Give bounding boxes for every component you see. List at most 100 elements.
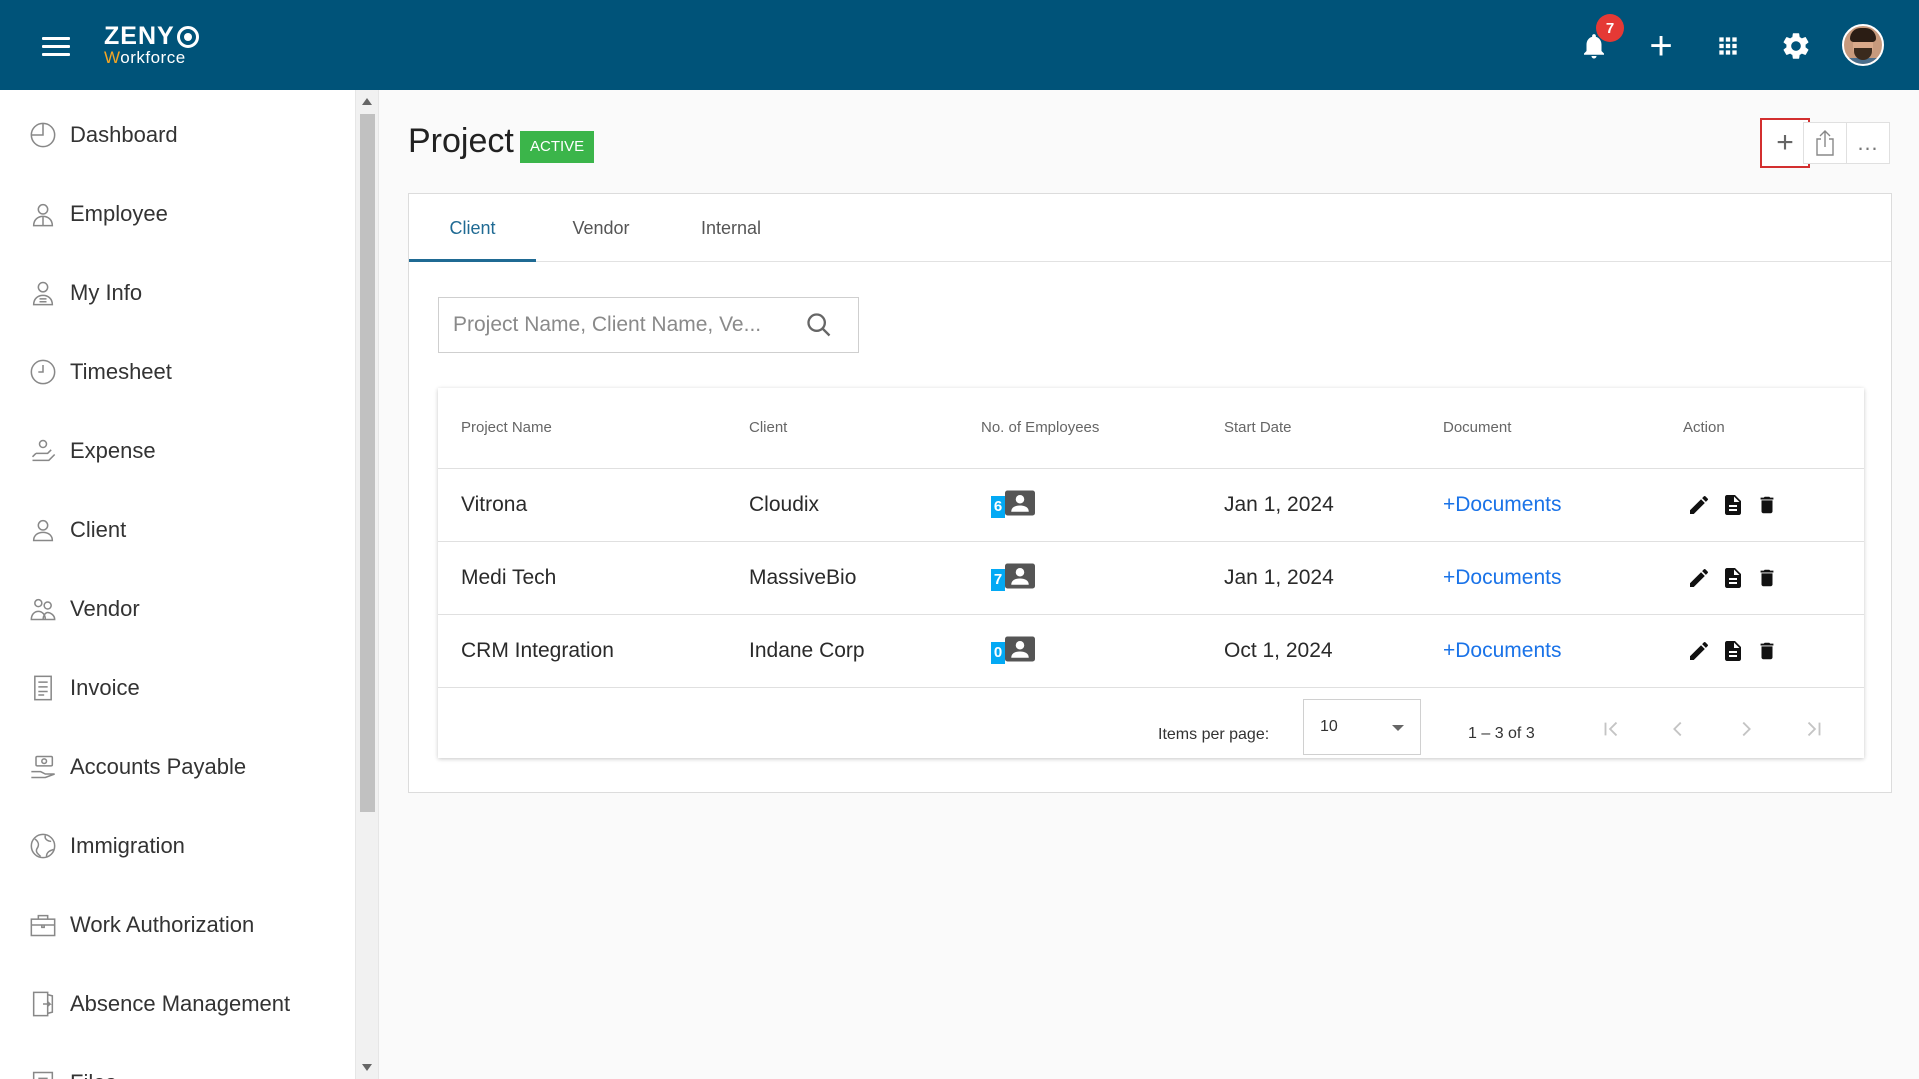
edit-icon[interactable] [1685,563,1713,593]
notification-badge[interactable]: 7 [1596,14,1624,42]
column-header-start-date[interactable]: Start Date [1224,388,1292,468]
sidebar-scrollbar[interactable] [355,90,379,1079]
clock-icon [28,357,58,387]
employee-count[interactable]: 0 [991,636,1037,666]
sidebar-item-label: Files [70,1070,116,1079]
search-box [438,297,859,353]
page-size-value: 10 [1320,718,1338,735]
sidebar-item-label: Client [70,517,127,542]
my-info-icon [28,278,58,308]
scroll-up-arrow-icon[interactable] [362,98,372,105]
more-options-button[interactable]: … [1846,122,1890,164]
divider [438,468,1864,469]
sidebar-item-label: Employee [70,201,168,226]
export-button[interactable] [1803,122,1847,164]
expense-icon [28,436,58,466]
employee-count[interactable]: 6 [991,490,1037,520]
employee-count[interactable]: 7 [991,563,1037,593]
tab-bar: Client Vendor Internal [409,194,1891,262]
sidebar-item-work-authorization[interactable]: Work Authorization [28,905,348,945]
app-logo[interactable]: ZENY Workforce [104,24,199,66]
cell-project-name: CRM Integration [461,639,614,662]
sidebar-item-label: Timesheet [70,359,172,384]
sidebar-item-label: Expense [70,438,156,463]
column-header-employees[interactable]: No. of Employees [981,388,1099,468]
delete-icon[interactable] [1753,636,1781,666]
more-dots-icon: … [1856,130,1880,155]
tab-vendor[interactable]: Vendor [536,194,666,262]
scroll-down-arrow-icon[interactable] [362,1064,372,1071]
cell-client: Indane Corp [749,639,865,662]
cell-project-name: Medi Tech [461,566,557,589]
sidebar-item-vendor[interactable]: Vendor [28,589,348,629]
sidebar-item-label: Invoice [70,675,140,700]
briefcase-icon [28,910,58,940]
dropdown-caret-icon [1392,725,1404,731]
top-bar: ZENY Workforce 7 + [0,0,1919,90]
add-documents-link[interactable]: +Documents [1443,542,1561,614]
status-badge: ACTIVE [520,131,595,163]
sidebar-item-my-info[interactable]: My Info [28,273,348,313]
document-icon[interactable] [1719,563,1747,593]
sidebar-item-absence-management[interactable]: Absence Management [28,984,348,1024]
last-page-icon[interactable] [1794,709,1834,749]
add-documents-link[interactable]: +Documents [1443,469,1561,541]
sidebar-item-label: Absence Management [70,991,291,1016]
sidebar-item-dashboard[interactable]: Dashboard [28,115,348,155]
employee-count-value: 0 [991,642,1005,664]
cell-start-date: Oct 1, 2024 [1224,639,1333,662]
sidebar-item-label: Immigration [70,833,185,858]
divider [438,614,1864,615]
tab-client[interactable]: Client [409,194,536,262]
cell-start-date: Jan 1, 2024 [1224,566,1334,589]
sidebar: Dashboard Employee My Info Timesheet Exp… [0,90,355,1079]
sidebar-item-files[interactable]: Files [28,1063,348,1079]
add-documents-link[interactable]: +Documents [1443,615,1561,687]
sidebar-item-label: Work Authorization [70,912,255,937]
delete-icon[interactable] [1753,563,1781,593]
sidebar-item-accounts-payable[interactable]: Accounts Payable [28,747,348,787]
divider [438,541,1864,542]
user-avatar[interactable] [1842,24,1884,66]
cell-project-name: Vitrona [461,493,528,516]
items-per-page-label: Items per page: [1158,726,1270,743]
search-input[interactable] [453,298,793,352]
edit-icon[interactable] [1685,636,1713,666]
sidebar-item-timesheet[interactable]: Timesheet [28,352,348,392]
column-header-project-name[interactable]: Project Name [461,388,552,468]
column-header-client[interactable]: Client [749,388,787,468]
column-header-action: Action [1683,419,1725,436]
cell-start-date: Jan 1, 2024 [1224,493,1334,516]
previous-page-icon[interactable] [1658,709,1698,749]
scrollbar-thumb[interactable] [360,114,375,812]
sidebar-item-employee[interactable]: Employee [28,194,348,234]
projects-table: Project Name Client No. of Employees Sta… [438,388,1864,758]
cell-client: Cloudix [749,493,820,516]
edit-icon[interactable] [1685,490,1713,520]
menu-icon[interactable] [42,37,70,57]
plus-icon[interactable]: + [1641,26,1681,66]
accounts-payable-icon [28,752,58,782]
apps-grid-icon[interactable] [1708,26,1748,66]
plus-icon: + [1776,126,1794,159]
sidebar-item-invoice[interactable]: Invoice [28,668,348,708]
document-icon[interactable] [1719,490,1747,520]
delete-icon[interactable] [1753,490,1781,520]
divider [438,687,1864,688]
tab-internal[interactable]: Internal [666,194,796,262]
sidebar-item-label: Accounts Payable [70,754,247,779]
page-title: Project [408,122,514,160]
gear-icon[interactable] [1776,26,1816,66]
first-page-icon[interactable] [1591,709,1631,749]
pagination-range: 1 – 3 of 3 [1468,725,1535,742]
person-icon [28,515,58,545]
sidebar-item-expense[interactable]: Expense [28,431,348,471]
globe-icon [28,831,58,861]
sidebar-item-client[interactable]: Client [28,510,348,550]
next-page-icon[interactable] [1726,709,1766,749]
search-icon[interactable] [805,311,833,344]
page-size-select[interactable]: 10 [1303,699,1421,755]
sidebar-item-immigration[interactable]: Immigration [28,826,348,866]
column-header-document[interactable]: Document [1443,388,1511,468]
document-icon[interactable] [1719,636,1747,666]
